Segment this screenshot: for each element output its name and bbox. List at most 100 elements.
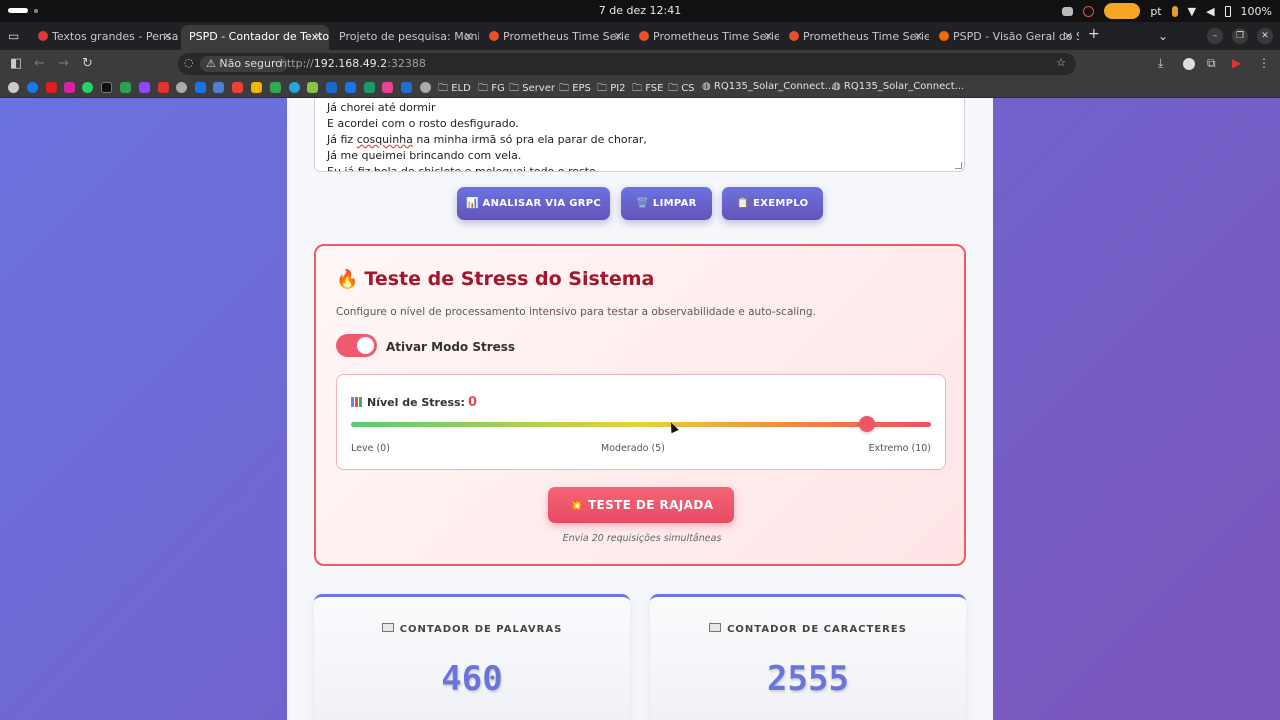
quote-site-icon (38, 31, 48, 41)
close-tab-icon[interactable]: ✕ (1064, 30, 1073, 43)
stress-level-slider[interactable] (351, 416, 931, 432)
microphone-icon[interactable] (1171, 5, 1178, 17)
bookmark-folder-cs[interactable]: 🗀 CS (668, 81, 695, 98)
bookmark-star-icon[interactable]: ☆ (1056, 56, 1066, 69)
tab-pspd-contador[interactable]: PSPD - Contador de Texto vi ✕ (181, 25, 329, 50)
youtube-extension-icon[interactable]: ▶ (1232, 56, 1241, 70)
text-input-area[interactable]: Já chorei até dormir E acordei com o ros… (314, 98, 965, 172)
bookmark-app-icon[interactable] (213, 82, 224, 93)
security-chip[interactable]: ⚠ Não seguro (200, 56, 289, 72)
battery-percent: 100% (1240, 4, 1272, 18)
text-line: Já me queimei brincando com vela. (327, 149, 522, 162)
close-tab-icon[interactable]: ✕ (914, 30, 923, 43)
misspelled-word[interactable]: cosquinha (357, 133, 413, 146)
url-text[interactable]: http://192.168.49.2:32388 (280, 57, 426, 70)
back-icon[interactable]: ← (34, 56, 45, 71)
bookmark-app-icon[interactable] (120, 82, 131, 93)
abc-icon (709, 623, 722, 632)
bookmark-app-icon[interactable] (364, 82, 375, 93)
close-tab-icon[interactable]: ✕ (764, 30, 773, 43)
bookmark-app-icon[interactable] (195, 82, 206, 93)
bookmark-app-icon[interactable] (326, 82, 337, 93)
menu-icon[interactable]: ⋮ (1258, 56, 1270, 70)
tab-title: Textos grandes - Pensado (52, 30, 178, 43)
youtube-icon[interactable] (46, 82, 57, 93)
bookmark-folder-fg[interactable]: 🗀 FG (478, 81, 505, 98)
bookmark-folder-pi2[interactable]: 🗀 PI2 (597, 81, 626, 98)
bookmark-app-icon[interactable] (251, 82, 262, 93)
new-tab-icon[interactable]: + (1088, 26, 1100, 42)
restore-icon[interactable]: ❐ (1232, 28, 1248, 44)
keyboard-language[interactable]: pt (1150, 5, 1161, 18)
x-icon[interactable] (101, 82, 112, 93)
instagram-icon[interactable] (64, 82, 75, 93)
reload-icon[interactable]: ↻ (82, 56, 93, 71)
close-tab-icon[interactable]: ✕ (314, 30, 323, 43)
tab-title: Prometheus Time Series (803, 30, 929, 43)
bookmark-rq135-1[interactable]: ◍ RQ135_Solar_Connect... (702, 81, 834, 92)
side-panel-icon[interactable]: ◧ (10, 56, 22, 71)
bookmark-label: Server (522, 83, 555, 94)
tab-groups-icon[interactable]: ▭ (8, 29, 19, 43)
os-top-bar: 7 de dez 12:41 pt ▼ ◀ 100% (0, 0, 1280, 22)
burst-note: Envia 20 requisições simultâneas (562, 533, 722, 544)
burst-test-button[interactable]: 💥 TESTE DE RAJADA (548, 487, 734, 523)
bookmark-app-icon[interactable] (401, 82, 412, 93)
twitch-icon[interactable] (139, 82, 150, 93)
close-window-icon[interactable]: ✕ (1257, 28, 1273, 44)
example-button[interactable]: 📋 EXEMPLO (722, 187, 823, 220)
tab-projeto-pesquisa[interactable]: Projeto de pesquisa: Monitor ✕ (331, 25, 479, 50)
globe-icon[interactable] (420, 82, 431, 93)
bookmark-rq135-2[interactable]: ◍ RQ135_Solar_Connect... (832, 81, 964, 92)
download-icon[interactable]: ⤓ (1158, 56, 1163, 71)
tab-pspd-visao-geral[interactable]: PSPD - Visão Geral do Sis ✕ (931, 25, 1079, 50)
battery-icon[interactable] (1224, 5, 1231, 17)
tab-search-icon[interactable]: ⌄ (1158, 29, 1168, 43)
money-icon[interactable] (307, 82, 318, 93)
fire-icon: 🔥 (336, 269, 359, 290)
stress-mode-toggle[interactable] (336, 334, 377, 357)
resize-handle-icon[interactable] (955, 162, 962, 169)
globe-icon[interactable] (176, 82, 187, 93)
tab-textos-grandes[interactable]: Textos grandes - Pensado ✕ (30, 25, 178, 50)
text-line: Eu já fiz bola de chiclete e melequei to… (327, 165, 596, 172)
close-tab-icon[interactable]: ✕ (464, 30, 473, 43)
volume-icon[interactable]: ◀ (1206, 5, 1214, 18)
bookmark-folder-fse[interactable]: 🗀 FSE (632, 81, 663, 98)
bookmark-app-icon[interactable] (270, 82, 281, 93)
close-tab-icon[interactable]: ✕ (163, 30, 172, 43)
bookmark-label: RQ135_Solar_Connect... (843, 81, 965, 92)
tab-prometheus-3[interactable]: Prometheus Time Series ✕ (781, 25, 929, 50)
record-icon[interactable] (1083, 5, 1095, 17)
extensions-icon[interactable]: ⧉ (1207, 56, 1216, 71)
bookmark-folder-eld[interactable]: 🗀 ELD (438, 81, 471, 98)
whatsapp-icon[interactable] (82, 82, 93, 93)
tab-prometheus-2[interactable]: Prometheus Time Series ✕ (631, 25, 779, 50)
close-tab-icon[interactable]: ✕ (614, 30, 623, 43)
bookmark-app-icon[interactable] (382, 82, 393, 93)
profile-avatar[interactable] (1183, 58, 1195, 70)
shield-icon[interactable]: ◌ (184, 56, 194, 69)
discord-icon[interactable] (1062, 6, 1074, 16)
screencast-indicator-icon[interactable] (1104, 3, 1141, 19)
wifi-icon[interactable]: ▼ (1188, 5, 1196, 18)
forward-icon[interactable]: → (58, 56, 69, 71)
slider-thumb[interactable] (859, 416, 876, 432)
clear-button[interactable]: 🗑️ LIMPAR (621, 187, 712, 220)
telegram-icon[interactable] (289, 82, 300, 93)
analyze-grpc-button[interactable]: 📊 ANALISAR VIA GRPC (457, 187, 610, 220)
facebook-icon[interactable] (27, 82, 38, 93)
url-scheme: http:// (280, 57, 314, 70)
bookmark-app-icon[interactable] (232, 82, 243, 93)
address-bar[interactable]: ◌ ⚠ Não seguro http://192.168.49.2:32388… (178, 53, 1076, 75)
stress-level-text: Nível de Stress: (367, 396, 465, 409)
bookmark-app-icon[interactable] (158, 82, 169, 93)
tab-title: PSPD - Visão Geral do Sis (953, 30, 1079, 43)
minimize-icon[interactable]: – (1207, 28, 1223, 44)
bookmark-folder-server[interactable]: 🗀 Server (509, 81, 555, 98)
bookmark-folder-eps[interactable]: 🗀 EPS (559, 81, 591, 98)
bookmark-app-icon[interactable] (345, 82, 356, 93)
tab-prometheus-1[interactable]: Prometheus Time Series ✕ (481, 25, 629, 50)
bookmark-label: EPS (572, 83, 591, 94)
google-icon[interactable] (8, 82, 19, 93)
